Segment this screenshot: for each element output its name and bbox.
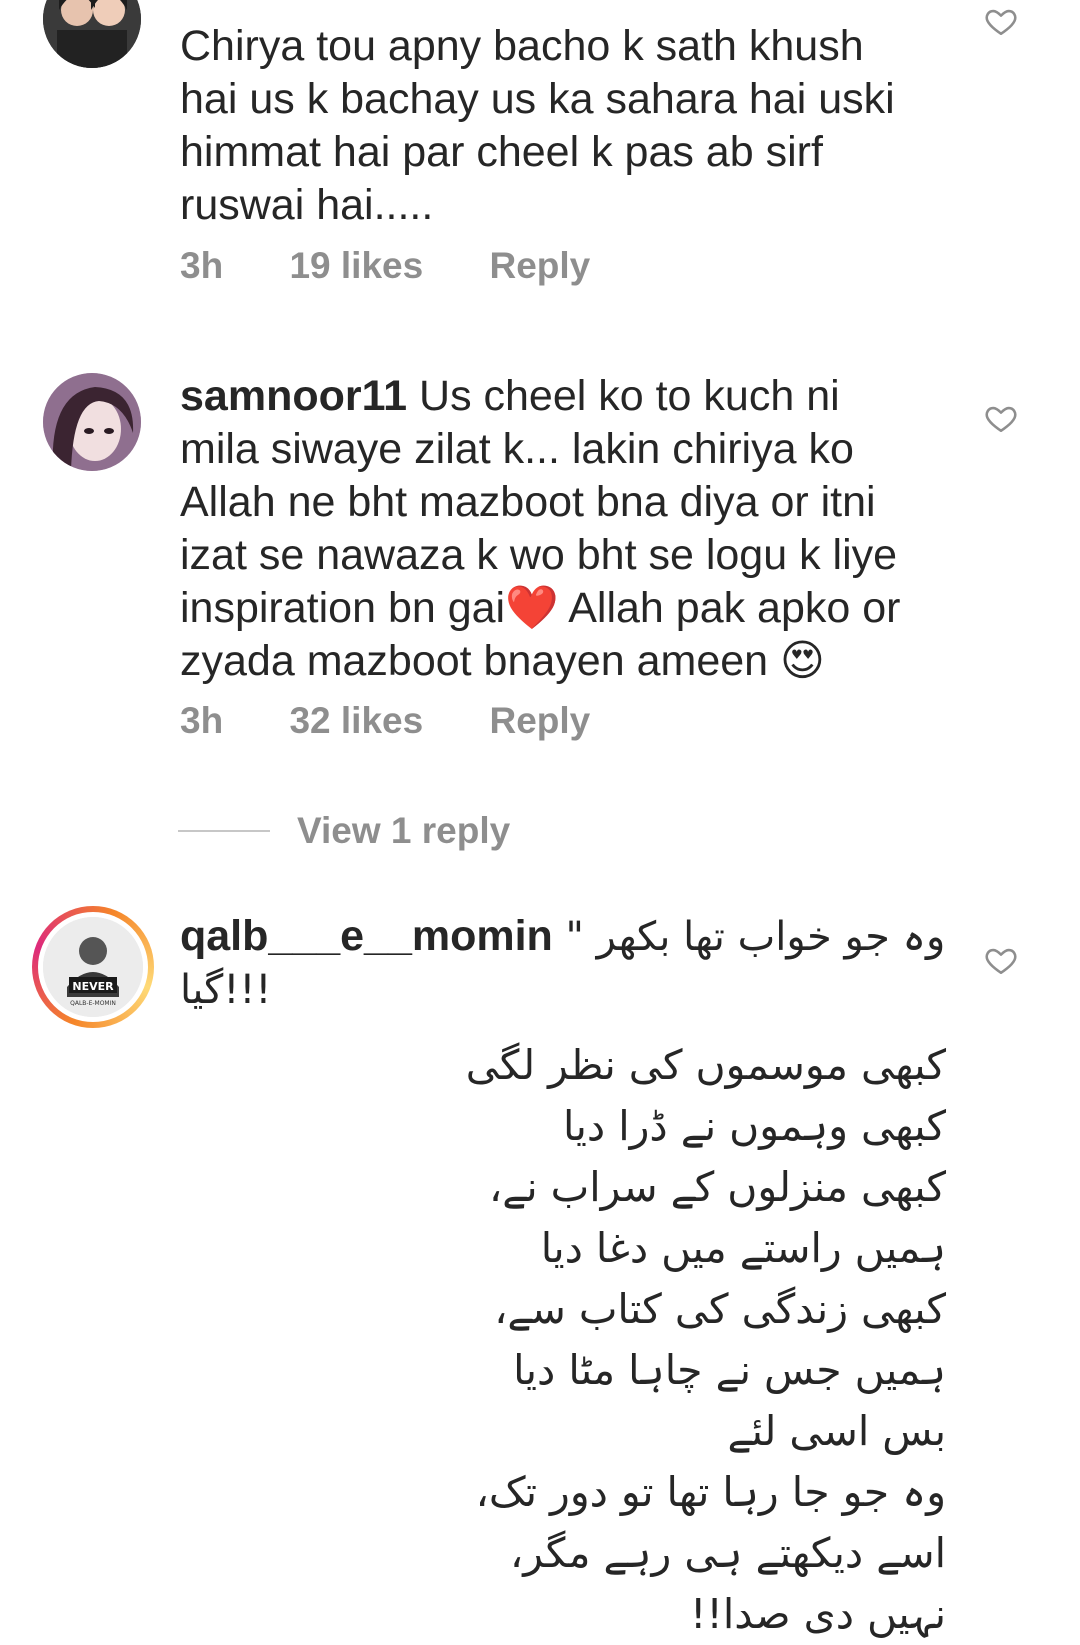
avatar-story-ring[interactable]: NEVER QALB-E-MOMIN (32, 906, 154, 1028)
view-replies-button[interactable]: View 1 reply (178, 810, 510, 852)
comment-line: hai us k bachay us ka sahara hai uski (180, 75, 895, 123)
comment-meta: 3h 19 likes Reply (180, 245, 590, 287)
heart-outline-icon[interactable] (984, 401, 1018, 435)
avatar-ring-gap: NEVER QALB-E-MOMIN (38, 912, 148, 1022)
avatar-caption: QALB-E-MOMIN (70, 1000, 116, 1007)
comment-username[interactable]: samnoor11 (180, 372, 407, 420)
likes-count[interactable]: 19 likes (289, 245, 423, 287)
avatar-logo-text: NEVER (72, 980, 114, 993)
poem-line: وہ جو جا رہا تھا تو دور تک، (475, 1468, 946, 1516)
comment-line: ruswai hai..... (180, 181, 434, 229)
poem-line: ہمیں راستے میں دغا دیا (540, 1224, 946, 1272)
comment-time: 3h (180, 700, 224, 741)
comment-line: گیا!!! (180, 967, 272, 1013)
avatar-photo (43, 0, 141, 68)
comment-text: qalb___e__momin " وہ جو خواب تھا بکھر گی… (180, 910, 950, 1017)
poem-line: ہمیں جس نے چاہا مٹا دیا (513, 1346, 946, 1394)
divider-line (178, 830, 270, 832)
comment-line: izat se nawaza k wo bht se logu k liye (180, 531, 898, 579)
poem-line: بس اسی لئے (727, 1407, 946, 1455)
comment-text: Chirya tou apny bacho k sath khush hai u… (180, 20, 950, 232)
comment-line: zyada mazboot bnayen ameen 😍 (180, 637, 825, 685)
likes-count[interactable]: 32 likes (289, 700, 423, 742)
poem-line: نہیں دی صدا!! (689, 1590, 946, 1638)
view-replies-label: View 1 reply (297, 810, 511, 851)
poem-line: کبھی وہموں نے ڈرا دیا (563, 1102, 946, 1150)
heart-outline-icon[interactable] (984, 4, 1018, 38)
comment-line: Allah ne bht mazboot bna diya or itni (180, 478, 876, 526)
avatar-photo (43, 373, 141, 471)
avatar-photo: NEVER QALB-E-MOMIN (43, 917, 143, 1017)
reply-button[interactable]: Reply (489, 700, 590, 742)
comment-meta: 3h 32 likes Reply (180, 700, 590, 742)
comment-username[interactable]: qalb___e__momin (180, 912, 553, 960)
avatar: NEVER QALB-E-MOMIN (43, 917, 143, 1017)
heart-outline-icon[interactable] (984, 943, 1018, 977)
comment-line-text: Us cheel ko to kuch ni (407, 372, 840, 420)
comment-time: 3h (180, 245, 224, 286)
comment-line: Chirya tou apny bacho k sath khush (180, 22, 864, 70)
comment-line-text: " وہ جو خواب تھا بکھر (552, 914, 946, 960)
comment-line: qalb___e__momin " وہ جو خواب تھا بکھر (180, 910, 950, 964)
avatar[interactable] (43, 0, 141, 68)
poem-line: کبھی منزلوں کے سراب نے، (488, 1163, 946, 1211)
poem-line: کبھی موسموں کی نظر لگی (465, 1041, 946, 1089)
poem-line: کبھی زندگی کی کتاب سے، (494, 1285, 946, 1333)
comment-line: samnoor11 Us cheel ko to kuch ni (180, 370, 950, 423)
comment-text: samnoor11 Us cheel ko to kuch ni mila si… (180, 370, 950, 688)
avatar[interactable] (43, 373, 141, 471)
poem-line: اسے دیکھتے ہی رہے مگر، (509, 1529, 946, 1577)
reply-button[interactable]: Reply (489, 245, 590, 287)
comment-line: inspiration bn gai❤️ Allah pak apko or (180, 584, 901, 632)
urdu-poem: کبھی موسموں کی نظر لگی کبھی وہموں نے ڈرا… (306, 1035, 946, 1645)
comment-line: mila siwaye zilat k... lakin chiriya ko (180, 425, 854, 473)
comment-line: himmat hai par cheel k pas ab sirf (180, 128, 823, 176)
